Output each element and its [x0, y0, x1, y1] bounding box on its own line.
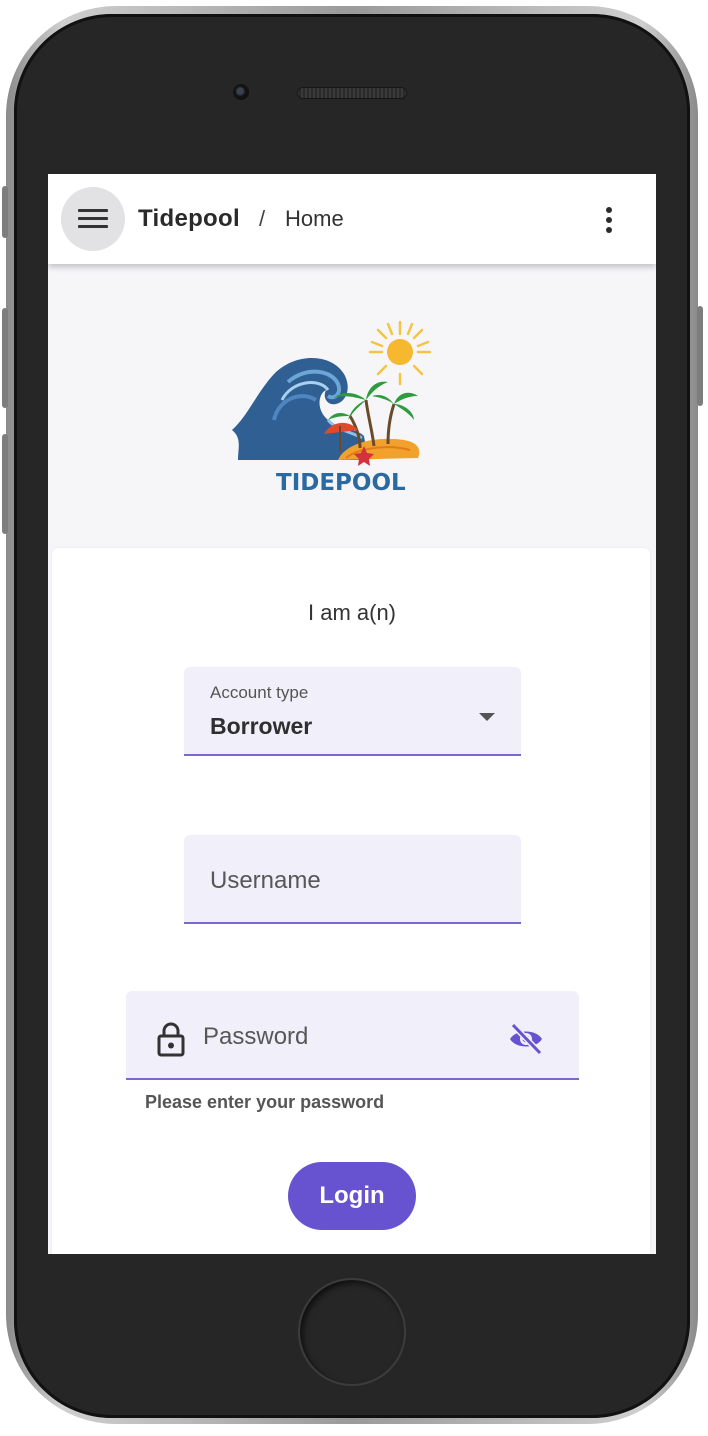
- login-button[interactable]: Login: [288, 1162, 416, 1230]
- screen: Tidepool / Home TIDEPOOL I am a(n) Accou…: [48, 174, 656, 1254]
- password-field[interactable]: Password: [126, 991, 579, 1080]
- dropdown-arrow-icon: [479, 713, 495, 721]
- home-button[interactable]: [298, 1278, 406, 1386]
- menu-button[interactable]: [61, 187, 125, 251]
- lock-icon: [157, 1022, 185, 1057]
- account-type-value: Borrower: [210, 713, 313, 739]
- app-title[interactable]: Tidepool: [138, 205, 240, 233]
- visibility-off-icon[interactable]: [507, 1022, 545, 1056]
- phone-volume-up-button: [2, 308, 8, 408]
- account-type-prompt: I am a(n): [307, 600, 397, 625]
- account-type-select[interactable]: Account type Borrower: [184, 667, 521, 756]
- username-placeholder: Username: [210, 867, 321, 894]
- menu-icon: [78, 209, 108, 229]
- more-vert-icon[interactable]: [599, 204, 619, 236]
- phone-volume-down-button: [2, 434, 8, 534]
- phone-power-button: [697, 306, 703, 406]
- logo-area: TIDEPOOL: [48, 264, 656, 548]
- app-bar: Tidepool / Home: [48, 174, 656, 264]
- password-helper-text: Please enter your password: [145, 1092, 385, 1112]
- username-field[interactable]: Username: [184, 835, 521, 924]
- breadcrumb-separator: /: [259, 206, 266, 231]
- breadcrumb-current-page: Home: [285, 206, 344, 231]
- sun-icon: [387, 339, 413, 365]
- svg-text:TIDEPOOL: TIDEPOOL: [276, 470, 406, 496]
- tidepool-logo: TIDEPOOL: [232, 320, 432, 496]
- speaker-grille: [297, 87, 407, 99]
- password-placeholder: Password: [203, 1023, 309, 1050]
- phone-side-button: [2, 186, 8, 238]
- camera: [233, 84, 249, 100]
- account-type-label: Account type: [210, 683, 309, 702]
